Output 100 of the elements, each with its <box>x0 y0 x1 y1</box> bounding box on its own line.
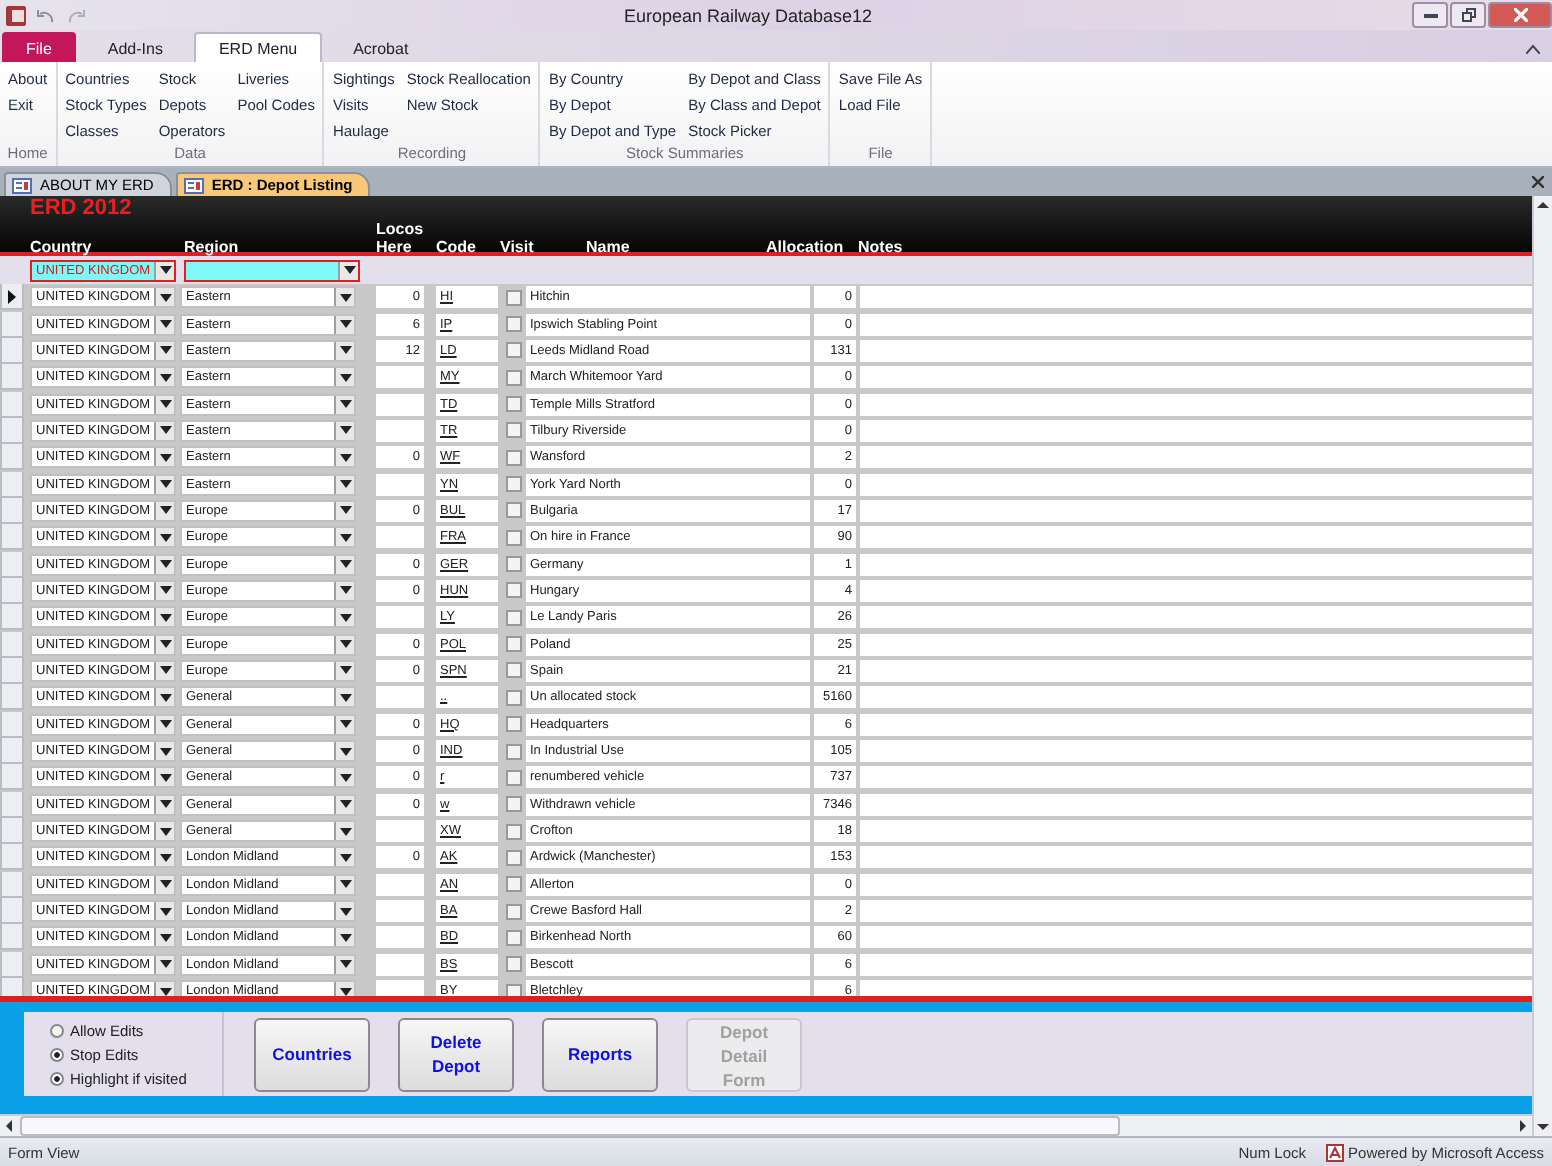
visit-checkbox[interactable] <box>506 769 522 786</box>
locos-field[interactable] <box>376 926 424 949</box>
visit-checkbox[interactable] <box>506 556 522 573</box>
locos-field[interactable] <box>376 606 424 629</box>
visit-checkbox[interactable] <box>506 689 522 706</box>
form-title: ERD 2012 <box>30 196 134 220</box>
visit-checkbox[interactable] <box>506 743 522 760</box>
locos-field[interactable] <box>376 686 424 709</box>
dropdown-icon <box>159 800 171 809</box>
notes-field[interactable] <box>860 873 1532 896</box>
close-button[interactable] <box>1488 2 1552 28</box>
locos-field[interactable] <box>376 419 424 442</box>
visit-checkbox[interactable] <box>506 662 522 679</box>
visit-checkbox[interactable] <box>506 636 522 653</box>
visit-checkbox[interactable] <box>506 903 522 920</box>
form-button[interactable]: Reports <box>542 1017 658 1091</box>
locos-field[interactable] <box>376 473 424 496</box>
locos-field[interactable] <box>376 900 424 923</box>
notes-field[interactable] <box>860 793 1532 816</box>
visit-checkbox[interactable] <box>506 609 522 626</box>
dropdown-icon <box>339 506 351 515</box>
form-button[interactable]: Countries <box>254 1017 370 1091</box>
visit-checkbox[interactable] <box>506 396 522 413</box>
ribbon-tab[interactable]: File <box>2 32 76 62</box>
dropdown-icon <box>159 586 171 595</box>
notes-field[interactable] <box>860 313 1532 336</box>
notes-field[interactable] <box>860 953 1532 976</box>
dropdown-icon <box>159 773 171 782</box>
notes-field[interactable] <box>860 366 1532 389</box>
notes-field[interactable] <box>860 526 1532 549</box>
radio-button[interactable] <box>50 1071 64 1085</box>
restore-button[interactable] <box>1450 2 1486 28</box>
notes-field[interactable] <box>860 633 1532 656</box>
minimize-button[interactable] <box>1412 2 1448 28</box>
dropdown-icon <box>339 346 351 355</box>
dropdown-icon <box>339 907 351 916</box>
visit-checkbox[interactable] <box>506 929 522 946</box>
record-selector[interactable] <box>0 284 24 311</box>
visit-checkbox[interactable] <box>506 289 522 306</box>
radio-button[interactable] <box>50 1047 64 1061</box>
visit-checkbox[interactable] <box>506 476 522 493</box>
locos-field[interactable] <box>376 953 424 976</box>
dropdown-icon <box>339 880 351 889</box>
visit-checkbox[interactable] <box>506 342 522 359</box>
notes-field[interactable] <box>860 713 1532 736</box>
form-button[interactable]: Delete Depot <box>398 1017 514 1091</box>
window-title: European Railway Database12 <box>623 5 873 25</box>
visit-checkbox[interactable] <box>506 823 522 840</box>
notes-field[interactable] <box>860 553 1532 576</box>
dropdown-icon <box>159 426 171 435</box>
visit-checkbox[interactable] <box>506 369 522 386</box>
notes-field[interactable] <box>860 900 1532 923</box>
visit-checkbox[interactable] <box>506 796 522 813</box>
visit-checkbox[interactable] <box>506 449 522 466</box>
notes-field[interactable] <box>860 766 1532 789</box>
scrollbar-thumb[interactable] <box>20 1116 1120 1136</box>
locos-field[interactable] <box>376 980 424 996</box>
visit-checkbox[interactable] <box>506 529 522 546</box>
notes-field[interactable] <box>860 419 1532 442</box>
redo-icon[interactable] <box>66 7 86 23</box>
visit-checkbox[interactable] <box>506 422 522 439</box>
notes-field[interactable] <box>860 980 1532 996</box>
visit-checkbox[interactable] <box>506 983 522 996</box>
notes-field[interactable] <box>860 926 1532 949</box>
locos-field[interactable] <box>376 366 424 389</box>
locos-field[interactable] <box>376 526 424 549</box>
radio-button[interactable] <box>50 1023 64 1037</box>
notes-field[interactable] <box>860 473 1532 496</box>
ribbon-tab[interactable]: Add-Ins <box>83 32 187 62</box>
visit-checkbox[interactable] <box>506 502 522 519</box>
notes-field[interactable] <box>860 339 1532 362</box>
dropdown-icon <box>159 720 171 729</box>
notes-field[interactable] <box>860 820 1532 843</box>
notes-field[interactable] <box>860 499 1532 522</box>
notes-field[interactable] <box>860 446 1532 469</box>
visit-checkbox[interactable] <box>506 849 522 866</box>
dropdown-icon <box>339 293 351 302</box>
ribbon-tab[interactable]: Acrobat <box>329 32 433 62</box>
visit-checkbox[interactable] <box>506 876 522 893</box>
visit-checkbox[interactable] <box>506 582 522 599</box>
notes-field[interactable] <box>860 740 1532 763</box>
visit-checkbox[interactable] <box>506 716 522 733</box>
region-filter[interactable] <box>184 259 360 281</box>
notes-field[interactable] <box>860 286 1532 309</box>
dropdown-icon <box>159 880 171 889</box>
notes-field[interactable] <box>860 686 1532 709</box>
locos-field[interactable] <box>376 873 424 896</box>
collapse-ribbon-icon[interactable] <box>1526 44 1540 54</box>
locos-field[interactable] <box>376 820 424 843</box>
undo-icon[interactable] <box>36 7 56 23</box>
close-icon[interactable] <box>1532 176 1544 188</box>
notes-field[interactable] <box>860 579 1532 602</box>
visit-checkbox[interactable] <box>506 956 522 973</box>
notes-field[interactable] <box>860 606 1532 629</box>
notes-field[interactable] <box>860 659 1532 682</box>
ribbon-tab[interactable]: ERD Menu <box>194 32 322 62</box>
notes-field[interactable] <box>860 393 1532 416</box>
notes-field[interactable] <box>860 846 1532 869</box>
locos-field[interactable] <box>376 393 424 416</box>
visit-checkbox[interactable] <box>506 316 522 333</box>
